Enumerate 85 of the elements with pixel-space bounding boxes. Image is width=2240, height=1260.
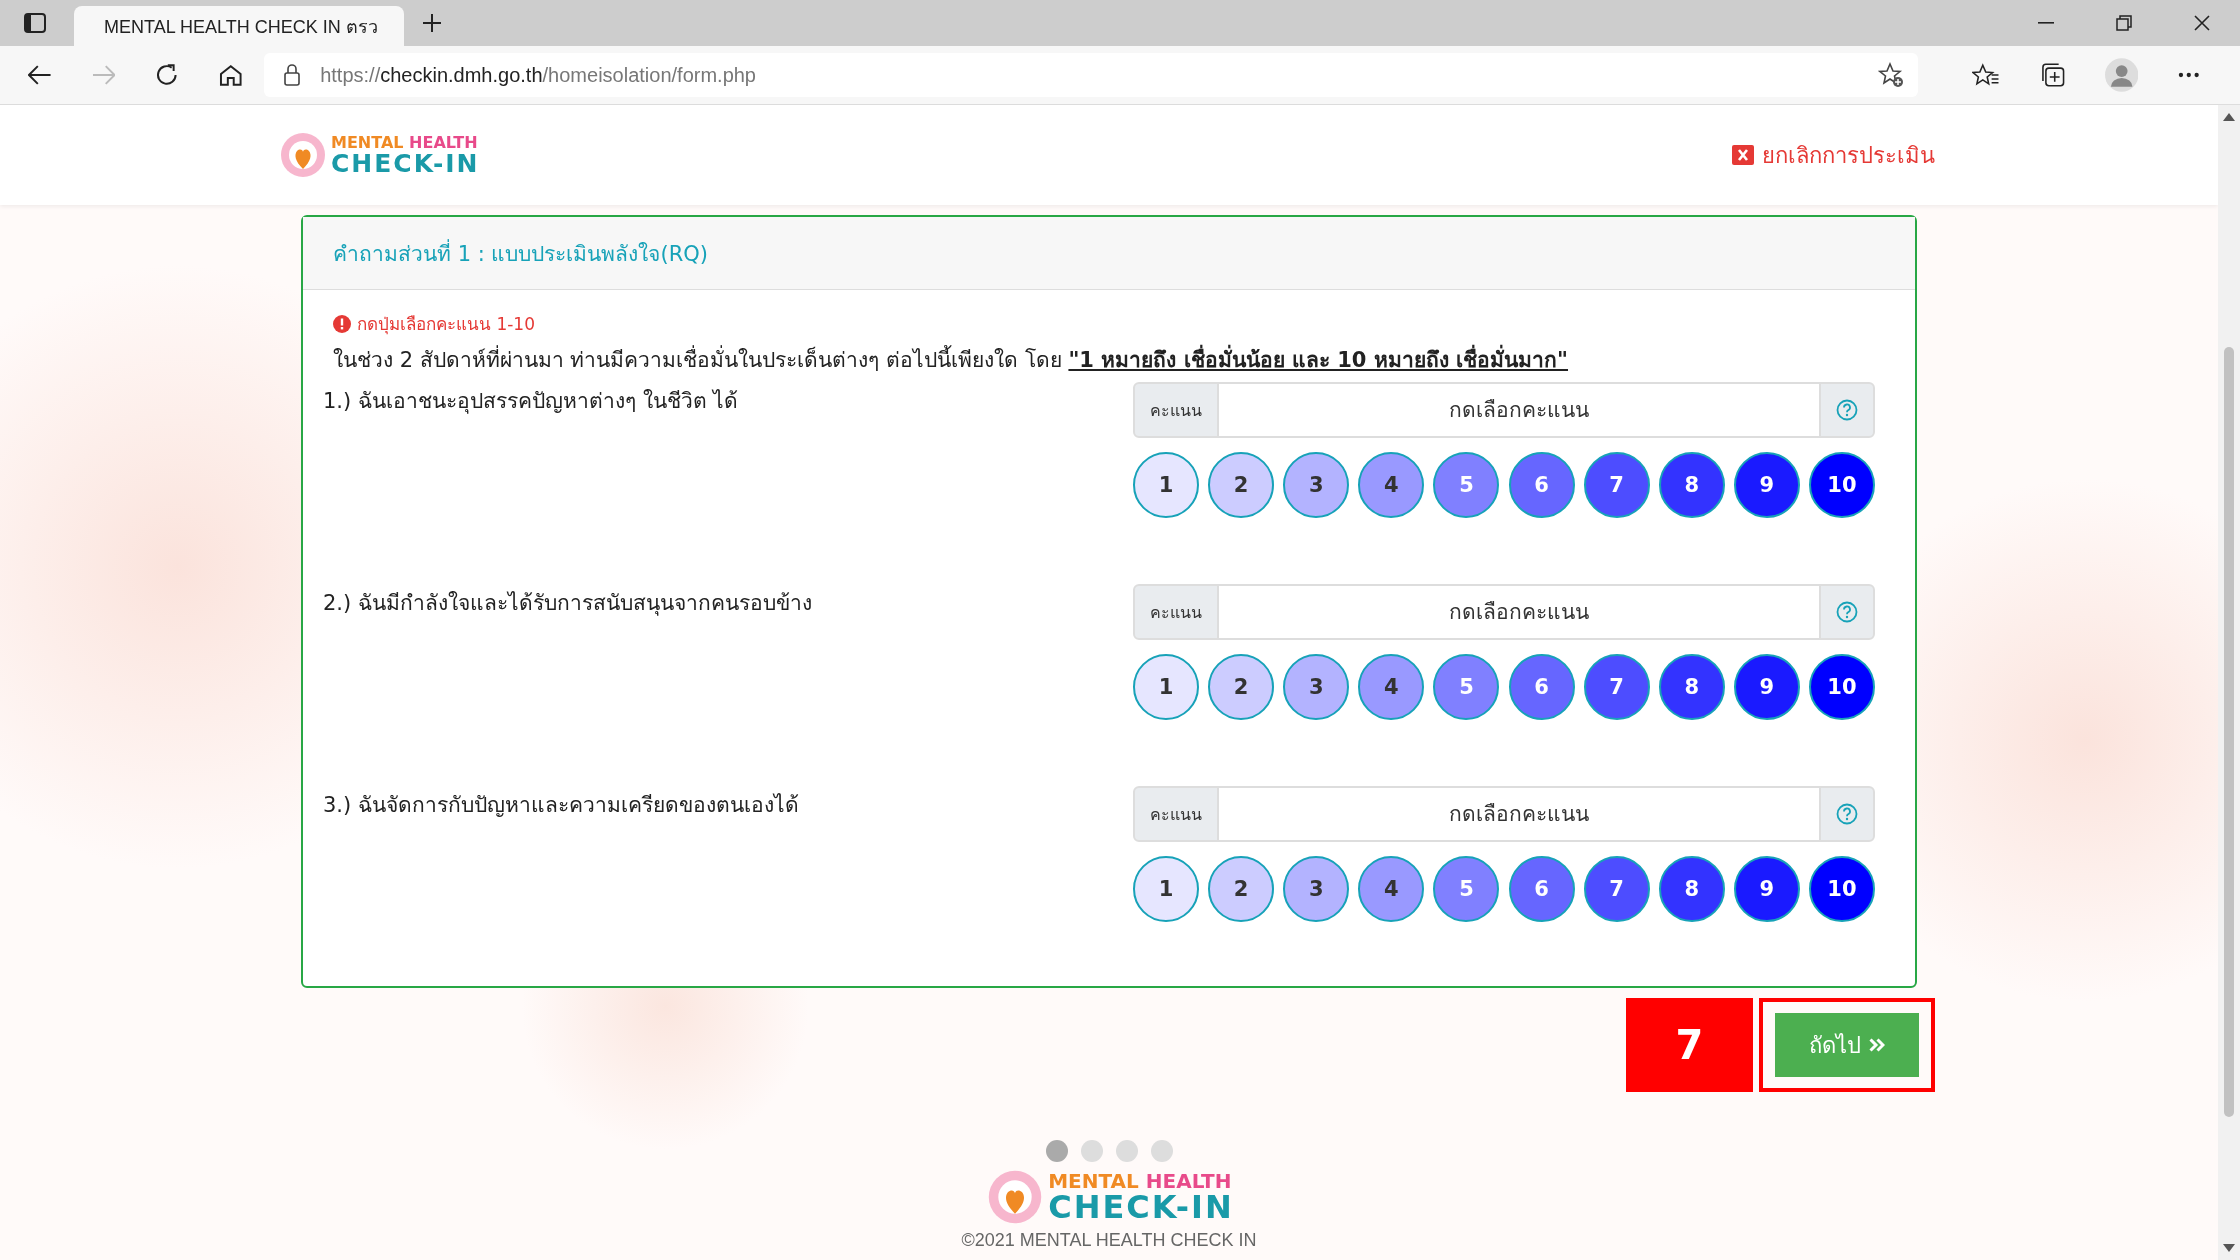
score-option-button[interactable]: 7 [1583, 654, 1650, 720]
cancel-assessment-link[interactable]: ยกเลิกการประเมิน [1732, 137, 1935, 173]
minimize-icon[interactable] [2038, 22, 2054, 24]
url-text: https://checkin.dmh.go.th/homeisolation/form.php [320, 63, 756, 87]
star-add-icon[interactable] [1878, 62, 1905, 88]
help-addon[interactable] [1819, 584, 1875, 640]
lock-icon [284, 64, 301, 86]
home-icon[interactable] [218, 64, 243, 86]
address-bar[interactable]: https://checkin.dmh.go.th/homeisolation/form.php [264, 53, 1919, 97]
score-option-button[interactable]: 1 [1133, 856, 1199, 922]
score-addon: คะแนน [1133, 382, 1219, 438]
question-text: 2.) ฉันมีกำลังใจและได้รับการสนับสนุนจากคนรอบข้าง [323, 590, 812, 618]
score-option-button[interactable]: 8 [1658, 856, 1725, 922]
help-icon [1836, 803, 1858, 825]
avatar-icon[interactable] [2105, 58, 2139, 92]
close-icon [1732, 145, 1754, 165]
new-tab-icon[interactable] [422, 13, 442, 33]
collections-icon[interactable] [2039, 62, 2066, 88]
favorites-icon[interactable] [1972, 63, 2000, 87]
copyright-text: ©2021 MENTAL HEALTH CHECK IN [961, 1230, 1257, 1251]
carousel-dot[interactable] [1045, 1140, 1068, 1162]
help-addon[interactable] [1819, 382, 1875, 438]
double-chevron-icon [1869, 1038, 1885, 1052]
score-option-button[interactable]: 2 [1208, 452, 1275, 518]
score-option-button[interactable]: 5 [1433, 856, 1500, 922]
score-option-button[interactable]: 6 [1508, 654, 1575, 720]
score-addon: คะแนน [1133, 584, 1219, 640]
browser-tab[interactable]: MENTAL HEALTH CHECK IN ตรว [74, 6, 404, 46]
logo-text: MENTAL HEALTH [331, 134, 479, 151]
score-option-button[interactable]: 1 [1133, 452, 1199, 518]
carousel-dot[interactable] [1115, 1140, 1138, 1162]
score-option-button[interactable]: 5 [1433, 452, 1500, 518]
logo-text: CHECK-IN [331, 150, 480, 176]
tab-title: MENTAL HEALTH CHECK IN ตรว [104, 15, 378, 39]
help-icon [1836, 399, 1858, 421]
score-option-button[interactable]: 7 [1583, 452, 1650, 518]
score-option-button[interactable]: 3 [1283, 654, 1350, 720]
more-icon[interactable] [2178, 72, 2200, 78]
score-addon: คะแนน [1133, 786, 1219, 842]
scrollbar[interactable] [2218, 105, 2240, 1260]
score-option-button[interactable]: 8 [1658, 654, 1725, 720]
reload-icon[interactable] [155, 63, 179, 87]
score-option-button[interactable]: 9 [1733, 856, 1800, 922]
score-option-button[interactable]: 9 [1733, 452, 1800, 518]
logo-text: MENTAL HEALTH [1048, 1171, 1233, 1191]
score-option-button[interactable]: 9 [1733, 654, 1800, 720]
score-option-button[interactable]: 4 [1358, 856, 1425, 922]
site-logo[interactable]: MENTAL HEALTH CHECK-IN [277, 129, 480, 181]
scroll-down-icon[interactable] [2223, 1244, 2235, 1252]
carousel-dot[interactable] [1080, 1140, 1103, 1162]
score-option-button[interactable]: 5 [1433, 654, 1500, 720]
alert-text: กดปุ่มเลือกคะแนน 1-10 [357, 313, 535, 337]
score-option-button[interactable]: 3 [1283, 452, 1350, 518]
close-icon[interactable] [2194, 15, 2210, 31]
question-text: 3.) ฉันจัดการกับปัญหาและความเครียดของตนเองได้ [323, 792, 799, 819]
score-option-button[interactable]: 3 [1283, 856, 1350, 922]
score-option-button[interactable]: 7 [1583, 856, 1650, 922]
score-option-button[interactable]: 10 [1809, 856, 1875, 922]
restore-icon[interactable] [2116, 15, 2132, 31]
scroll-up-icon[interactable] [2223, 113, 2235, 121]
score-option-button[interactable]: 10 [1809, 654, 1875, 720]
tab-actions-icon[interactable] [24, 13, 46, 33]
help-addon[interactable] [1819, 786, 1875, 842]
score-option-button[interactable]: 4 [1358, 452, 1425, 518]
scroll-thumb[interactable] [2224, 347, 2234, 1117]
step-number-badge: 7 [1626, 998, 1753, 1092]
carousel-dot[interactable] [1150, 1140, 1173, 1162]
help-icon [1836, 601, 1858, 623]
score-option-button[interactable]: 2 [1208, 856, 1275, 922]
score-option-button[interactable]: 2 [1208, 654, 1275, 720]
instruction-text: ในช่วง 2 สัปดาห์ที่ผ่านมา ท่านมีความเชื่อมั่นในประเด็นต่างๆ ต่อไปนี้เพียงใด โดย "1 หมายถึง เชื่อมั่นน้อย และ 10 หมายถึง เชื่อมั่นมาก" [323, 343, 1875, 376]
back-arrow-icon[interactable] [28, 65, 52, 85]
score-option-button[interactable]: 6 [1508, 452, 1575, 518]
score-field[interactable]: กดเลือกคะแนน [1219, 786, 1819, 842]
question-text: 1.) ฉันเอาชนะอุปสรรคปัญหาต่างๆ ในชีวิต ได้ [323, 388, 739, 416]
alert-icon [333, 314, 351, 333]
score-field[interactable]: กดเลือกคะแนน [1219, 584, 1819, 640]
score-option-button[interactable]: 6 [1508, 856, 1575, 922]
score-field[interactable]: กดเลือกคะแนน [1219, 382, 1819, 438]
score-option-button[interactable]: 10 [1809, 452, 1875, 518]
score-option-button[interactable]: 1 [1133, 654, 1199, 720]
score-option-button[interactable]: 8 [1658, 452, 1725, 518]
card-title: คำถามส่วนที่ 1 : แบบประเมินพลังใจ(RQ) [333, 238, 708, 268]
score-option-button[interactable]: 4 [1358, 654, 1425, 720]
logo-text: CHECK-IN [1048, 1191, 1234, 1223]
